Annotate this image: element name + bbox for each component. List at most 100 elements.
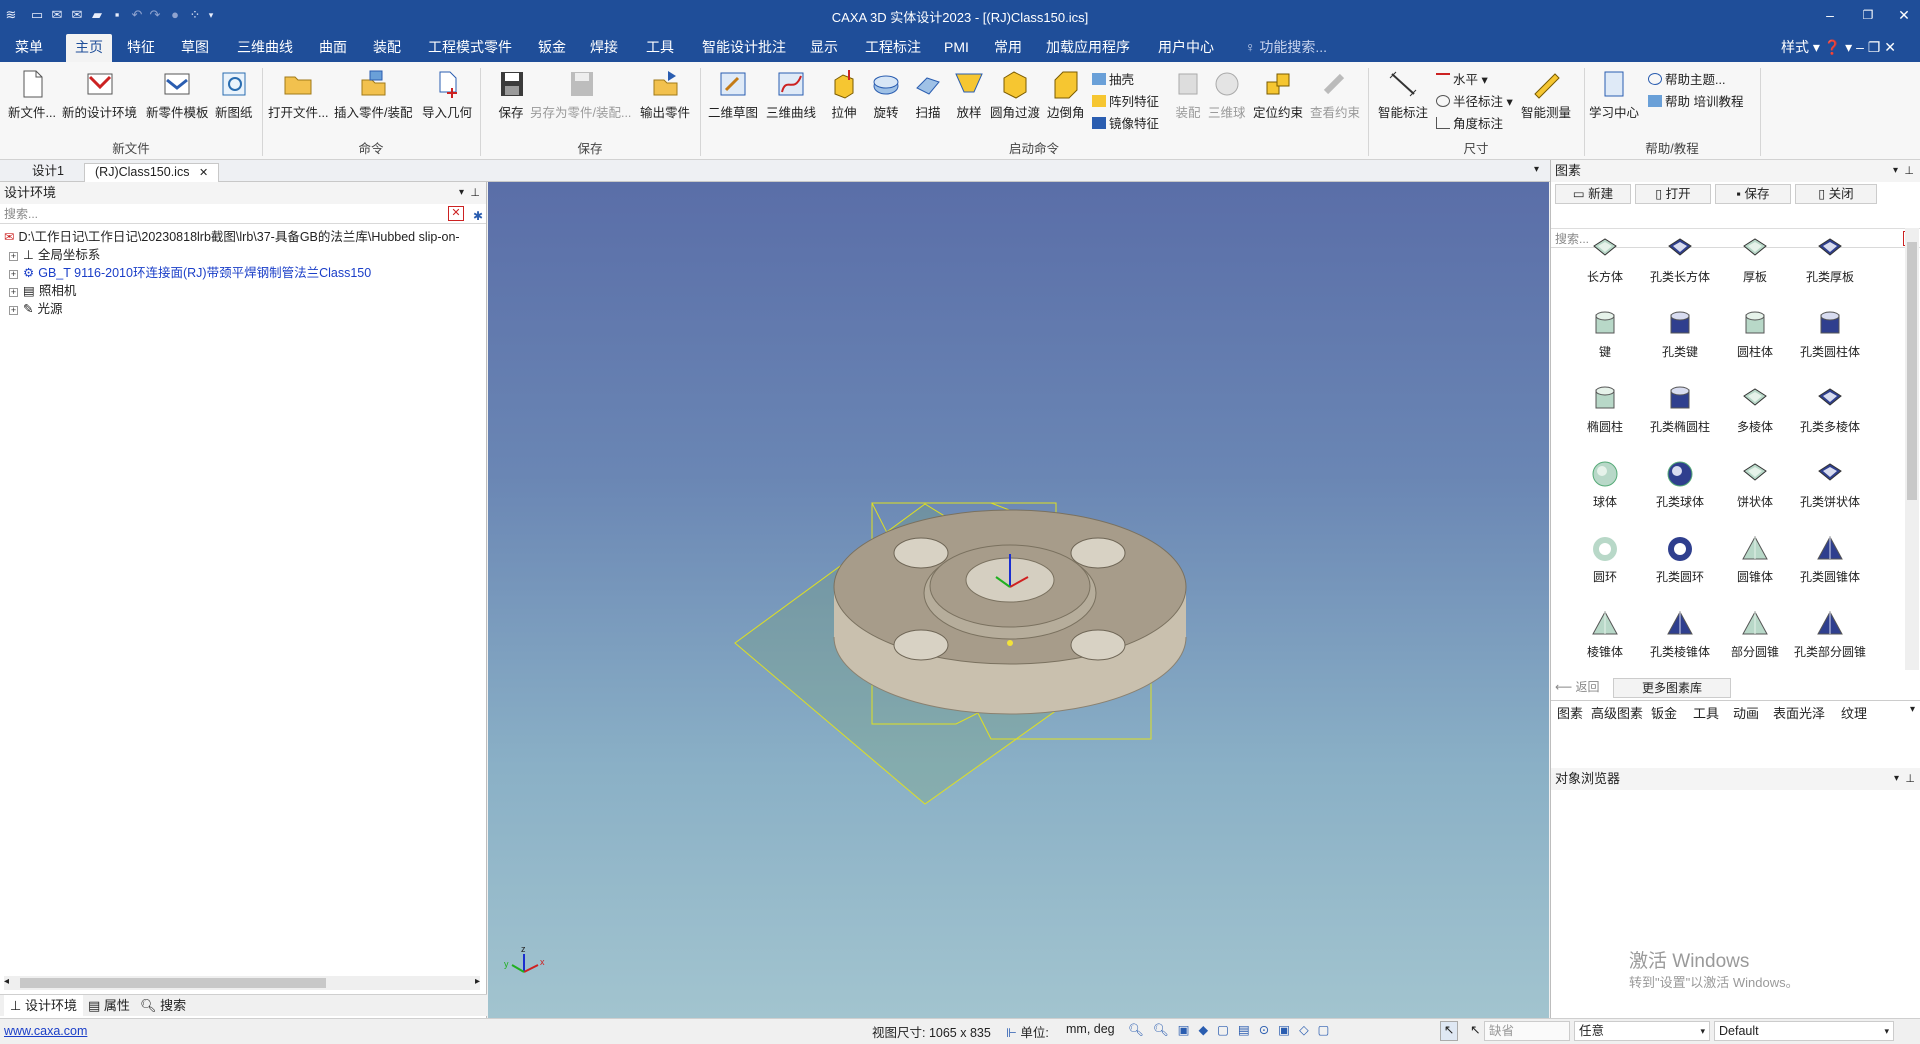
- import-geometry-button[interactable]: 导入几何: [422, 68, 472, 121]
- catalog-lib-tab[interactable]: 高级图素: [1591, 703, 1643, 722]
- smart-dim-button[interactable]: 智能标注: [1378, 68, 1428, 121]
- catalog-item[interactable]: 圆柱体: [1715, 309, 1795, 360]
- tab-design-env[interactable]: ⊥ 设计环境: [4, 995, 83, 1017]
- menu-tab[interactable]: 用户中心: [1149, 34, 1223, 62]
- catalog-item[interactable]: 孔类键: [1640, 309, 1720, 360]
- menu-tab[interactable]: 三维曲线: [228, 34, 302, 62]
- extrude-button[interactable]: 拉伸: [827, 68, 861, 121]
- tree-item-root[interactable]: ✉ D:\工作日记\工作日记\20230818lrb截图\lrb\37-具备GB的…: [4, 228, 460, 246]
- new-file-button[interactable]: 新文件...: [8, 68, 56, 121]
- catalog-lib-tab[interactable]: 工具: [1693, 703, 1719, 722]
- smart-measure-button[interactable]: 智能测量: [1521, 68, 1571, 121]
- catalog-new-button[interactable]: ▭ 新建: [1555, 184, 1631, 204]
- catalog-item[interactable]: 圆锥体: [1715, 534, 1795, 585]
- catalog-back-button[interactable]: ⟵ 返回: [1555, 678, 1615, 696]
- angle-dim-button[interactable]: 角度标注: [1436, 113, 1503, 132]
- menu-tab[interactable]: 常用: [985, 34, 1031, 62]
- catalog-lib-tab[interactable]: 钣金: [1651, 703, 1677, 722]
- tree-item-global-coords[interactable]: + ⊥ 全局坐标系: [0, 246, 100, 264]
- help-icon[interactable]: ❓: [1824, 39, 1841, 55]
- panel-dropdown-icon[interactable]: ▾: [459, 182, 464, 204]
- tree-item-camera[interactable]: + ▤ 照相机: [0, 282, 76, 300]
- restore-doc-icon[interactable]: ❐: [1868, 39, 1881, 55]
- menu-tab[interactable]: 主页: [66, 34, 112, 62]
- menu-tab[interactable]: 特征: [118, 34, 164, 62]
- tab-search[interactable]: 🔍︎ 搜索: [140, 995, 186, 1017]
- feature-search-input[interactable]: ♀ 功能搜索...: [1236, 34, 1336, 62]
- 3d-viewport[interactable]: z x y: [488, 182, 1549, 1018]
- new-part-template-button[interactable]: 新零件模板: [146, 68, 209, 121]
- new-drawing-button[interactable]: 新图纸: [215, 68, 253, 121]
- catalog-item[interactable]: 孔类部分圆锥: [1790, 609, 1870, 660]
- catalog-item[interactable]: 孔类厚板: [1790, 234, 1870, 285]
- menu-tab[interactable]: 工具: [637, 34, 683, 62]
- sketch-2d-button[interactable]: 二维草图: [708, 68, 758, 121]
- close-tab-icon[interactable]: ✕: [199, 167, 208, 179]
- filter-select-2[interactable]: 任意 ▾: [1574, 1021, 1710, 1041]
- menu-tab[interactable]: 加载应用程序: [1037, 34, 1139, 62]
- export-part-button[interactable]: 输出零件: [640, 68, 690, 121]
- help-topic-button[interactable]: 帮助主题...: [1648, 69, 1725, 88]
- catalog-lib-tab[interactable]: 表面光泽: [1773, 703, 1825, 722]
- catalog-item[interactable]: 孔类长方体: [1640, 234, 1720, 285]
- filter-select-3[interactable]: Default ▾: [1714, 1021, 1894, 1041]
- tab-properties[interactable]: ▤ 属性: [88, 995, 130, 1017]
- view-tools-icons[interactable]: 🔍︎🔍︎▣◆▢▤⊙▣◇▢: [1128, 1022, 1339, 1038]
- catalog-item[interactable]: 长方体: [1565, 234, 1645, 285]
- menu-tab[interactable]: PMI: [935, 34, 978, 62]
- tab-design1[interactable]: 设计1: [22, 163, 74, 182]
- scroll-right-icon[interactable]: ▸: [475, 976, 480, 987]
- catalog-item[interactable]: 厚板: [1715, 234, 1795, 285]
- loft-button[interactable]: 放样: [952, 68, 986, 121]
- catalog-item[interactable]: 孔类球体: [1640, 459, 1720, 510]
- caxa-link[interactable]: www.caxa.com: [4, 1024, 87, 1038]
- save-as-part-button[interactable]: 另存为零件/装配...: [530, 68, 631, 121]
- catalog-item[interactable]: 孔类圆柱体: [1790, 309, 1870, 360]
- menu-tab[interactable]: 钣金: [529, 34, 575, 62]
- revolve-button[interactable]: 旋转: [869, 68, 903, 121]
- more-catalog-button[interactable]: 更多图素库: [1613, 678, 1731, 698]
- catalog-lib-tab[interactable]: 动画: [1733, 703, 1759, 722]
- catalog-lib-tab[interactable]: 纹理: [1841, 703, 1867, 722]
- catalog-item[interactable]: 棱锥体: [1565, 609, 1645, 660]
- scrollbar-thumb[interactable]: [1907, 242, 1917, 500]
- catalog-item[interactable]: 饼状体: [1715, 459, 1795, 510]
- tab-class150[interactable]: (RJ)Class150.ics ✕: [84, 163, 220, 182]
- menu-tab[interactable]: 工程模式零件: [419, 34, 521, 62]
- catalog-item[interactable]: 键: [1565, 309, 1645, 360]
- save-button[interactable]: 保存: [494, 68, 528, 121]
- sweep-button[interactable]: 扫描: [911, 68, 945, 121]
- pattern-button[interactable]: 阵列特征: [1092, 91, 1159, 110]
- tab-list-dropdown-icon[interactable]: ▾: [1534, 164, 1539, 175]
- scroll-left-icon[interactable]: ◂: [4, 976, 9, 987]
- open-file-button[interactable]: 打开文件...: [268, 68, 328, 121]
- shell-button[interactable]: 抽壳: [1092, 69, 1134, 88]
- close-doc-icon[interactable]: ✕: [1884, 39, 1896, 55]
- catalog-item[interactable]: 多棱体: [1715, 384, 1795, 435]
- expand-icon[interactable]: +: [9, 288, 18, 297]
- mirror-button[interactable]: 镜像特征: [1092, 113, 1159, 132]
- new-design-env-button[interactable]: 新的设计环境: [62, 68, 137, 121]
- menu-tab[interactable]: 显示: [801, 34, 847, 62]
- menu-tab[interactable]: 草图: [172, 34, 218, 62]
- restore-button[interactable]: ❐: [1848, 5, 1888, 25]
- tree-item-flange-part[interactable]: + ⚙ GB_T 9116-2010环连接面(RJ)带颈平焊钢制管法兰Class15…: [0, 264, 371, 282]
- menu-tab[interactable]: 智能设计批注: [693, 34, 795, 62]
- scrollbar-thumb[interactable]: [20, 978, 326, 988]
- catalog-item[interactable]: 球体: [1565, 459, 1645, 510]
- catalog-close-button[interactable]: ▯ 关闭: [1795, 184, 1877, 204]
- positioning-constraint-button[interactable]: 定位约束: [1253, 68, 1303, 121]
- minimize-button[interactable]: –: [1810, 5, 1850, 25]
- catalog-open-button[interactable]: ▯ 打开: [1635, 184, 1711, 204]
- anchor-point[interactable]: [1007, 640, 1013, 646]
- expand-icon[interactable]: +: [9, 270, 18, 279]
- expand-icon[interactable]: +: [9, 252, 18, 261]
- catalog-item[interactable]: 孔类圆锥体: [1790, 534, 1870, 585]
- menu-tab[interactable]: 曲面: [310, 34, 356, 62]
- lib-tabs-dropdown-icon[interactable]: ▾: [1910, 704, 1915, 715]
- pin-icon[interactable]: ⊥: [1905, 768, 1915, 790]
- catalog-item[interactable]: 孔类圆环: [1640, 534, 1720, 585]
- tree-item-light[interactable]: + ✎ 光源: [0, 300, 63, 318]
- menu-tab[interactable]: 焊接: [581, 34, 627, 62]
- object-browser-dropdown-icon[interactable]: ▾: [1894, 768, 1899, 790]
